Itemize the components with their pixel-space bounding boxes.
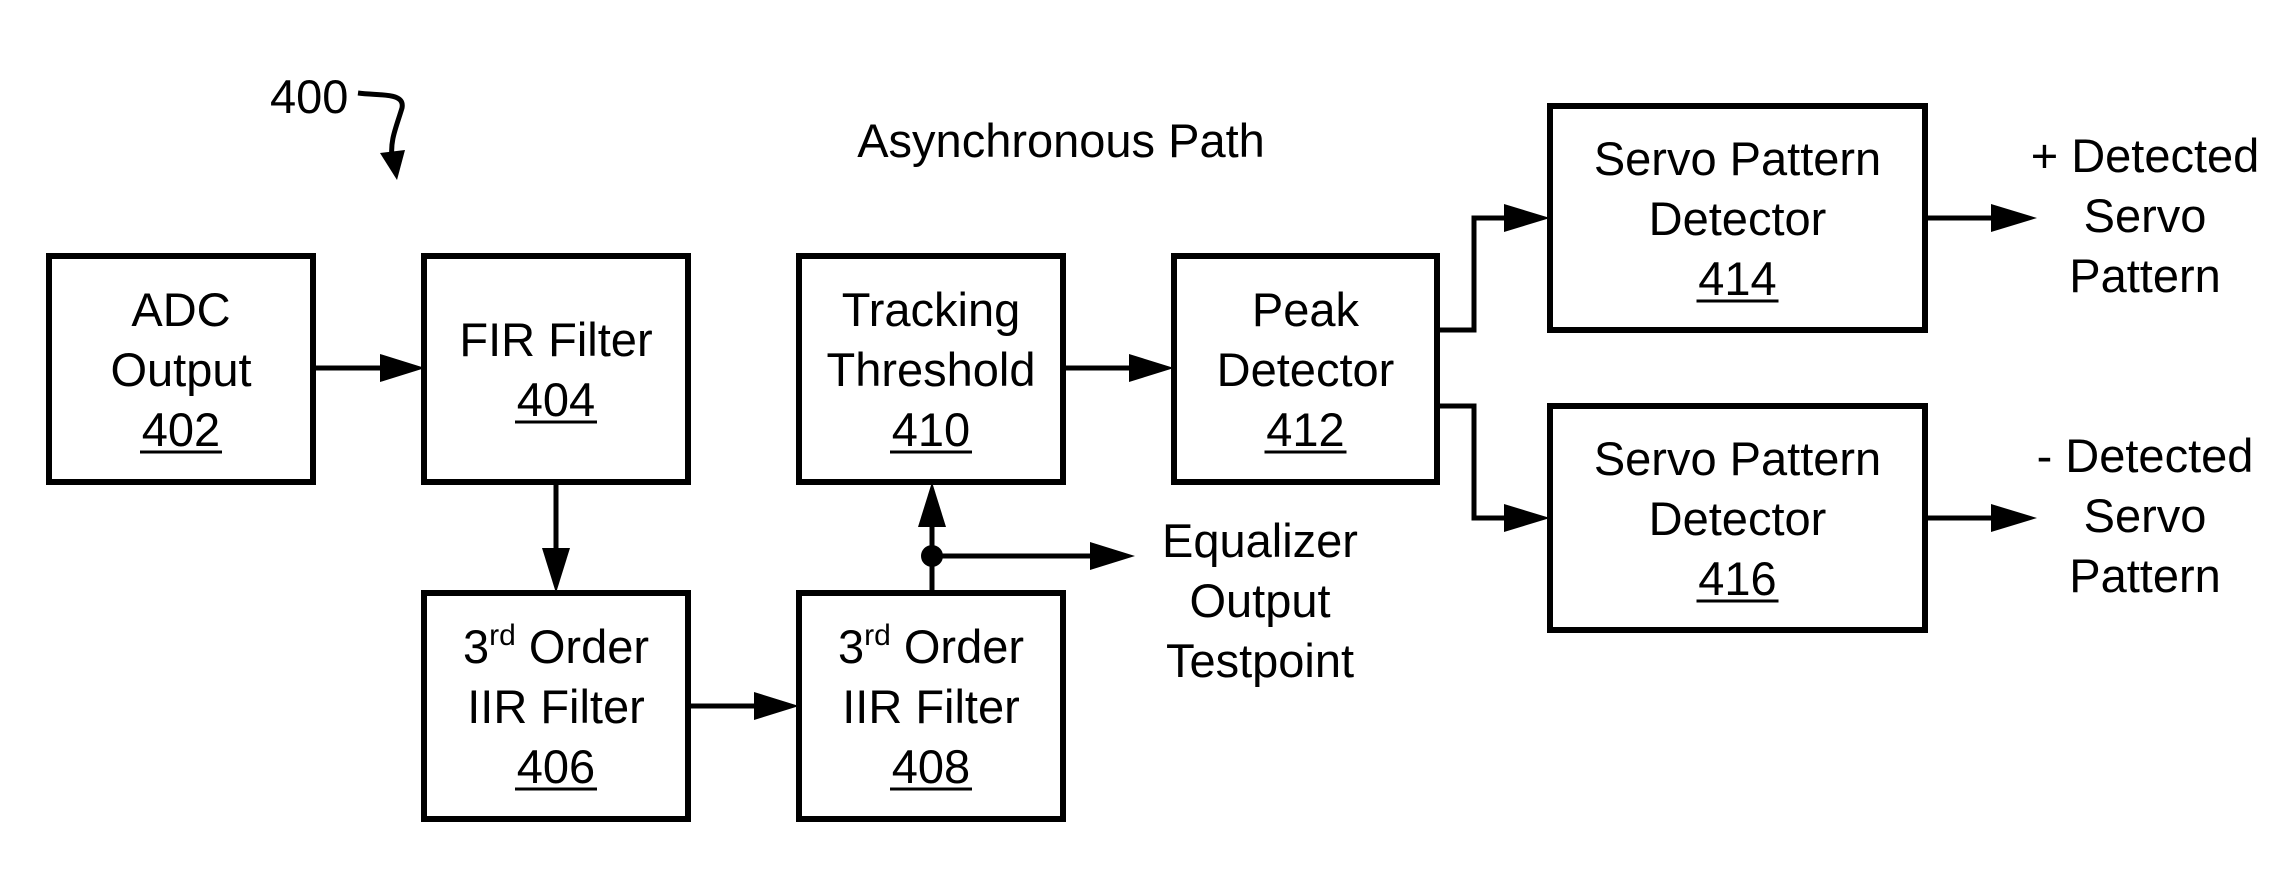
block-ref-number: 414 (1698, 252, 1776, 305)
block-label-line: FIR Filter (459, 313, 652, 366)
block-label-line: IIR Filter (467, 680, 645, 733)
block-ref-number: 406 (517, 740, 595, 793)
output-label-positive: Servo (2084, 189, 2207, 242)
output-label-testpoint: Output (1189, 574, 1330, 627)
figure-ref-arrow-icon (357, 90, 405, 159)
arrowhead-icon (918, 482, 946, 527)
block-label-line: Peak (1252, 283, 1360, 336)
wire-peak-servo-pos (1437, 215, 1510, 333)
block-label-line: IIR Filter (842, 680, 1020, 733)
arrowhead-icon (754, 692, 799, 720)
output-label-positive: + Detected (2031, 129, 2260, 182)
arrowhead-icon (1991, 504, 2037, 532)
block-iir1: 3rd OrderIIR Filter406 (421, 590, 691, 822)
output-label-testpoint: Equalizer (1162, 514, 1358, 567)
block-ref-number: 404 (517, 373, 595, 426)
block-iir2: 3rd OrderIIR Filter408 (796, 590, 1066, 822)
block-label-line: ADC (131, 283, 230, 336)
figure-ref-arrowhead-icon (380, 150, 405, 180)
block-peak: Peak Detector 412 (1171, 253, 1440, 485)
block-diagram: 400 Asynchronous Path ADCOutput402FIR Fi… (46, 70, 2260, 822)
output-label-negative: Servo (2084, 489, 2207, 542)
arrowhead-icon (1090, 542, 1135, 570)
block-label-line: Detector (1649, 192, 1827, 245)
arrowhead-icon (1991, 204, 2037, 232)
arrowhead-icon (542, 548, 570, 593)
output-label-testpoint: Testpoint (1166, 634, 1354, 687)
block-ref-number: 402 (142, 403, 220, 456)
output-label-positive: Pattern (2069, 249, 2221, 302)
block-box (421, 253, 691, 485)
arrowhead-icon (380, 354, 425, 382)
arrowhead-icon (1504, 504, 1550, 532)
block-label-line: Detector (1217, 343, 1395, 396)
block-label-line: Servo Pattern (1594, 432, 1881, 485)
output-label-negative: - Detected (2037, 429, 2254, 482)
block-servo-neg: Servo Pattern Detector 416 (1547, 403, 1928, 633)
wire-peak-servo-neg (1437, 403, 1510, 521)
block-adc: ADC Output 402 (46, 253, 316, 485)
block-label-line: Detector (1649, 492, 1827, 545)
block-label-line: Threshold (827, 343, 1036, 396)
block-ref-number: 408 (892, 740, 970, 793)
block-ref-number: 412 (1266, 403, 1344, 456)
path-label: Asynchronous Path (857, 114, 1265, 167)
block-ref-number: 416 (1698, 552, 1776, 605)
block-servo-pos: Servo Pattern Detector 414 (1547, 103, 1928, 333)
block-fir: FIR Filter 404 (421, 253, 691, 485)
arrowhead-icon (1504, 204, 1550, 232)
block-label-line: Output (110, 343, 251, 396)
output-label-negative: Pattern (2069, 549, 2221, 602)
block-label-line: Tracking (842, 283, 1020, 336)
arrowhead-icon (1129, 354, 1174, 382)
blocks: ADCOutput402FIR Filter4043rd OrderIIR Fi… (46, 103, 1928, 822)
block-track: Tracking Threshold 410 (796, 253, 1066, 485)
figure-ref-label: 400 (270, 70, 348, 123)
block-label-line: Servo Pattern (1594, 132, 1881, 185)
block-ref-number: 410 (892, 403, 970, 456)
